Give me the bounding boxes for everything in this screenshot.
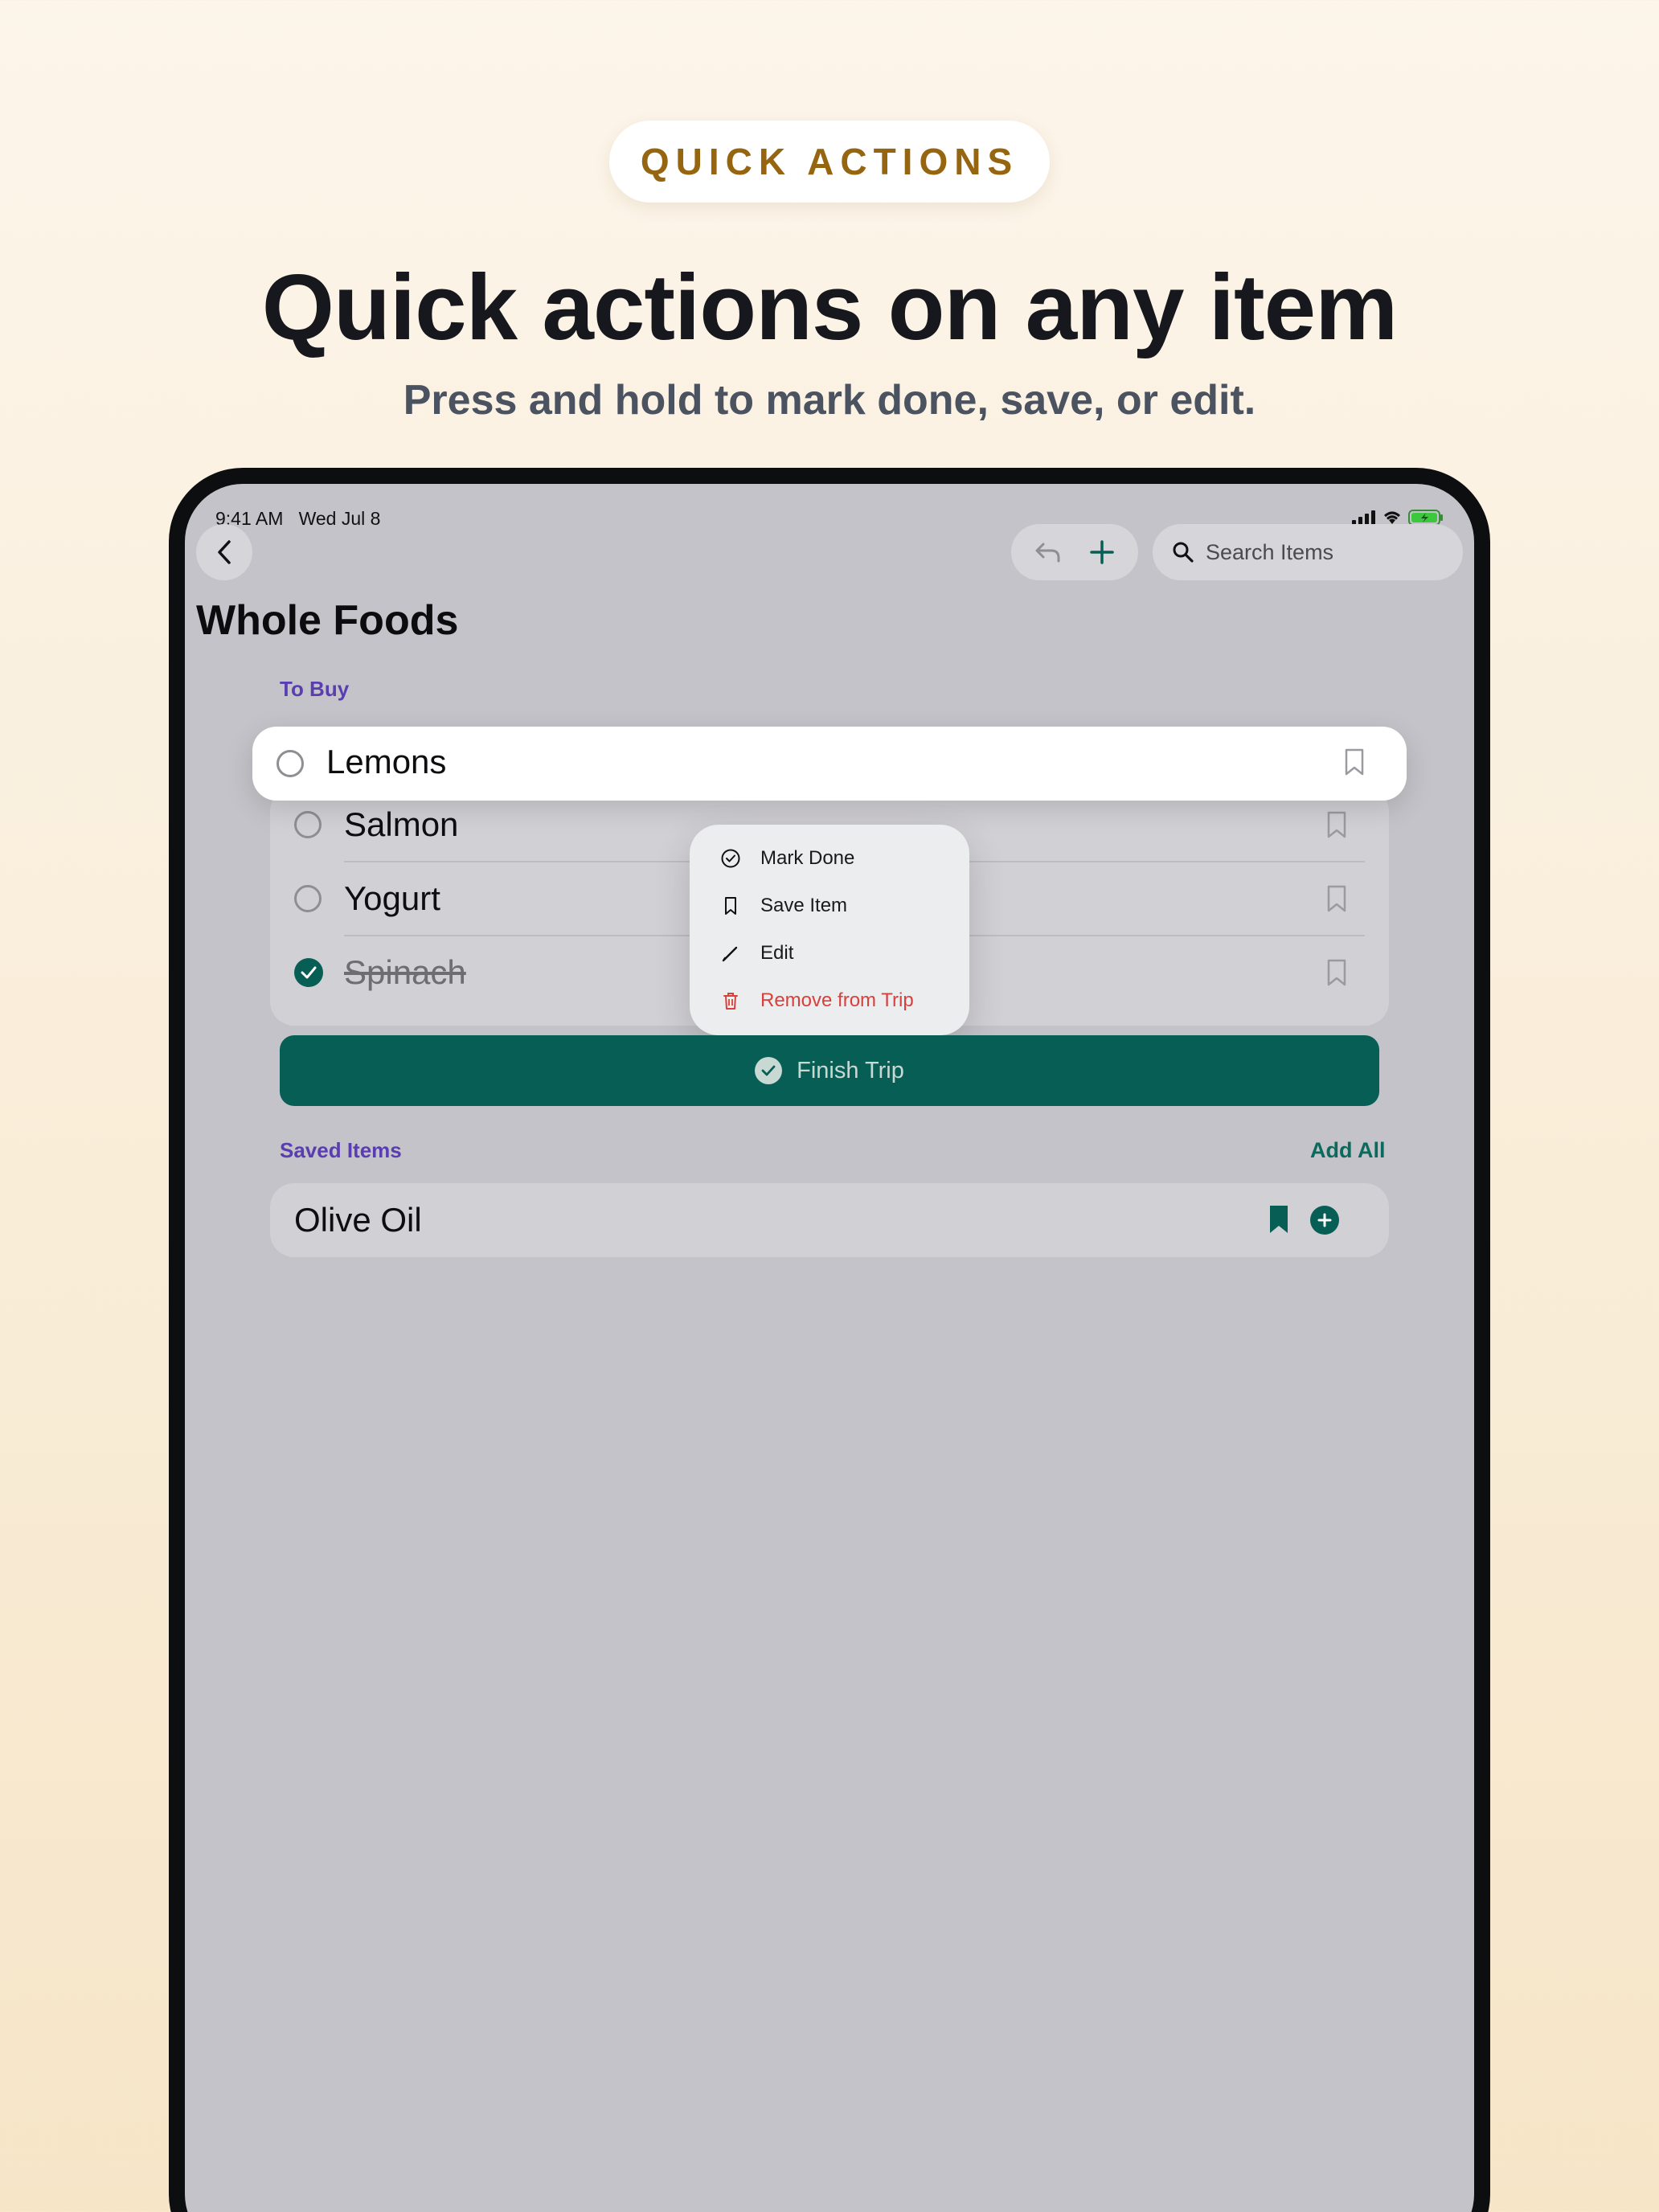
add-to-trip-icon[interactable] bbox=[1310, 1206, 1339, 1235]
trash-icon bbox=[723, 993, 738, 1010]
search-field[interactable]: Search Items bbox=[1153, 524, 1463, 580]
saved-items-section-label: Saved Items bbox=[280, 1138, 402, 1162]
item-name: Olive Oil bbox=[294, 1201, 422, 1239]
tablet-frame: 9:41 AM Wed Jul 8 Search Items Whole Foo… bbox=[169, 468, 1490, 2212]
menu-item-label: Save Item bbox=[760, 895, 848, 916]
item-name: Lemons bbox=[326, 743, 447, 780]
resize-grip-icon bbox=[1428, 2209, 1460, 2212]
context-menu: Mark Done Save Item Edit Remove from Tri… bbox=[690, 825, 969, 1035]
search-placeholder: Search Items bbox=[1206, 539, 1334, 564]
plus-icon[interactable] bbox=[1088, 539, 1116, 566]
bookmark-filled-icon[interactable] bbox=[1268, 1204, 1289, 1235]
saved-item-olive-oil[interactable]: Olive Oil bbox=[270, 1183, 1389, 1257]
bookmark-icon[interactable] bbox=[1326, 810, 1347, 839]
battery-charging-icon bbox=[1408, 510, 1443, 526]
toolbar-actions bbox=[1011, 524, 1138, 580]
back-button[interactable] bbox=[196, 524, 252, 580]
completion-radio[interactable] bbox=[276, 750, 304, 777]
to-buy-section-label: To Buy bbox=[280, 677, 350, 701]
completion-radio[interactable] bbox=[294, 810, 322, 838]
finish-check-icon bbox=[755, 1057, 783, 1084]
headline: Quick actions on any item bbox=[261, 255, 1398, 359]
item-name: Salmon bbox=[344, 805, 459, 843]
completed-check-icon[interactable] bbox=[294, 957, 323, 987]
menu-item-edit[interactable]: Edit bbox=[720, 937, 793, 969]
completion-radio[interactable] bbox=[294, 884, 322, 912]
status-icons bbox=[1352, 510, 1444, 526]
undo-icon[interactable] bbox=[1034, 539, 1063, 565]
bookmark-icon[interactable] bbox=[1326, 958, 1347, 987]
item-name: Spinach bbox=[344, 952, 466, 991]
finish-trip-button[interactable]: Finish Trip bbox=[280, 1035, 1379, 1106]
add-all-button[interactable]: Add All bbox=[1310, 1138, 1386, 1163]
page-title: Whole Foods bbox=[196, 597, 459, 644]
pencil-icon bbox=[722, 946, 738, 962]
menu-item-save-item[interactable]: Save Item bbox=[720, 890, 847, 922]
subheadline: Press and hold to mark done, save, or ed… bbox=[403, 377, 1256, 424]
check-circle-icon bbox=[721, 849, 740, 868]
finish-trip-label: Finish Trip bbox=[797, 1057, 904, 1083]
status-date: Wed Jul 8 bbox=[298, 508, 381, 529]
search-icon bbox=[1173, 542, 1194, 563]
tablet-screen: 9:41 AM Wed Jul 8 Search Items Whole Foo… bbox=[185, 484, 1474, 2212]
item-name: Yogurt bbox=[344, 879, 440, 917]
menu-item-remove-from-trip[interactable]: Remove from Trip bbox=[720, 985, 914, 1017]
wifi-icon bbox=[1384, 511, 1400, 524]
menu-item-label: Mark Done bbox=[760, 847, 855, 869]
bookmark-icon[interactable] bbox=[1326, 884, 1347, 913]
cellular-signal-icon bbox=[1352, 510, 1375, 525]
menu-item-mark-done[interactable]: Mark Done bbox=[720, 842, 854, 875]
bookmark-icon[interactable] bbox=[1344, 748, 1365, 776]
menu-item-label: Remove from Trip bbox=[760, 989, 914, 1011]
menu-item-label: Edit bbox=[760, 942, 794, 964]
section-pill: QUICK ACTIONS bbox=[609, 121, 1050, 203]
bookmark-icon bbox=[725, 897, 736, 915]
status-time: 9:41 AM Wed Jul 8 bbox=[215, 508, 380, 530]
chevron-left-icon bbox=[218, 540, 231, 564]
list-item-lemons-lifted[interactable]: Lemons bbox=[252, 727, 1407, 801]
